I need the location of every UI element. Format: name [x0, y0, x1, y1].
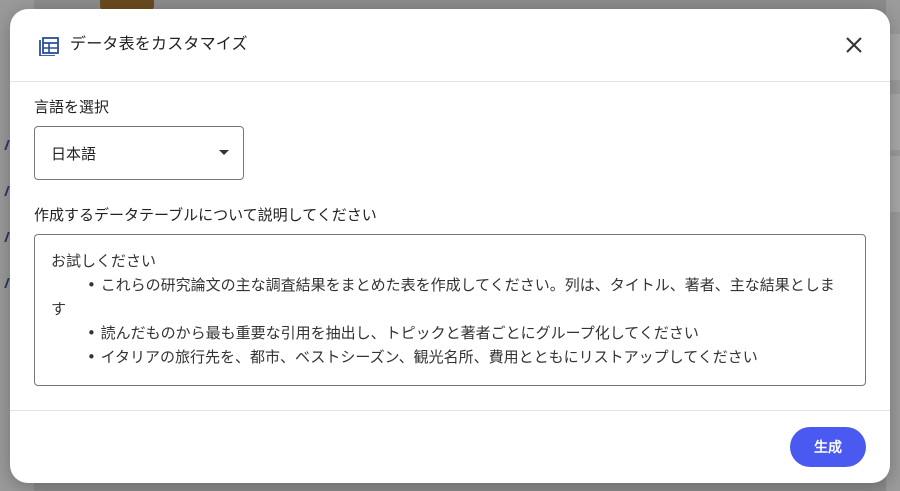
- caret-down-icon: [219, 150, 229, 155]
- dialog-title: データ表をカスタマイズ: [70, 34, 248, 53]
- dialog-footer: 生成: [10, 410, 890, 483]
- close-icon: [846, 37, 862, 53]
- prompt-example: • イタリアの旅行先を、都市、ベストシーズン、観光名所、費用とともにリストアップ…: [87, 348, 758, 366]
- prompt-intro: お試しください: [51, 252, 157, 270]
- generate-button[interactable]: 生成: [790, 427, 866, 467]
- customize-table-dialog: データ表をカスタマイズ 言語を選択 日本語 作成するデータテーブルについて説明し…: [10, 9, 890, 483]
- language-label: 言語を選択: [34, 98, 110, 116]
- table-icon: [38, 34, 60, 57]
- language-select[interactable]: 日本語: [34, 126, 244, 180]
- prompt-example: • これらの研究論文の主な調査結果をまとめた表を作成してください。列は、タイトル…: [51, 276, 835, 318]
- prompt-example: • 読んだものから最も重要な引用を抽出し、トピックと著者ごとにグループ化してくだ…: [87, 324, 699, 342]
- close-button[interactable]: [840, 31, 868, 59]
- dialog-header: データ表をカスタマイズ: [10, 9, 890, 82]
- description-textarea[interactable]: お試しください • これらの研究論文の主な調査結果をまとめた表を作成してください…: [34, 234, 866, 386]
- description-label: 作成するデータテーブルについて説明してください: [34, 206, 377, 224]
- language-select-value: 日本語: [51, 144, 97, 163]
